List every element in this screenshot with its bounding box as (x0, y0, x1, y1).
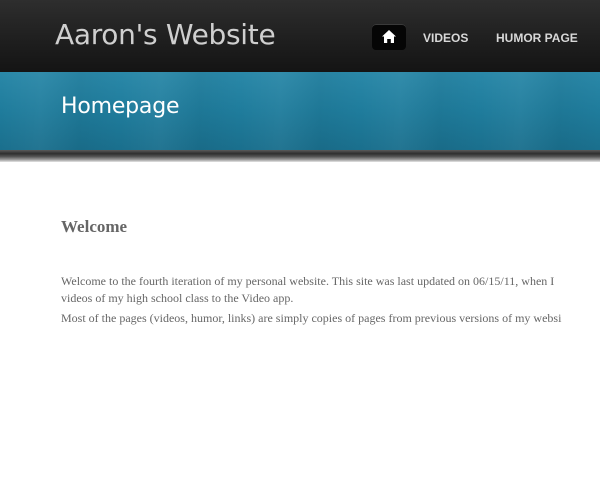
header-divider (0, 150, 600, 162)
main-nav: VIDEOS HUMOR PAGE (0, 24, 600, 52)
welcome-heading: Welcome (61, 217, 128, 236)
pages-paragraph: Most of the pages (videos, humor, links)… (61, 311, 562, 325)
top-navigation-bar: Aaron's Website VIDEOS HUMOR PAGE (0, 0, 600, 72)
intro-paragraph-line-1: Welcome to the fourth iteration of my pe… (61, 274, 555, 288)
home-button[interactable] (372, 24, 406, 50)
page-title: Homepage (61, 94, 180, 119)
nav-link-humor-page[interactable]: HUMOR PAGE (496, 24, 578, 52)
nav-link-videos[interactable]: VIDEOS (423, 24, 468, 52)
page-banner: Homepage (0, 72, 600, 150)
main-content: Welcome Welcome to the fourth iteration … (61, 215, 600, 325)
intro-paragraph-line-2: videos of my high school class to the Vi… (61, 291, 294, 305)
home-icon (382, 30, 396, 43)
intro-paragraph: Welcome to the fourth iteration of my pe… (61, 273, 554, 307)
